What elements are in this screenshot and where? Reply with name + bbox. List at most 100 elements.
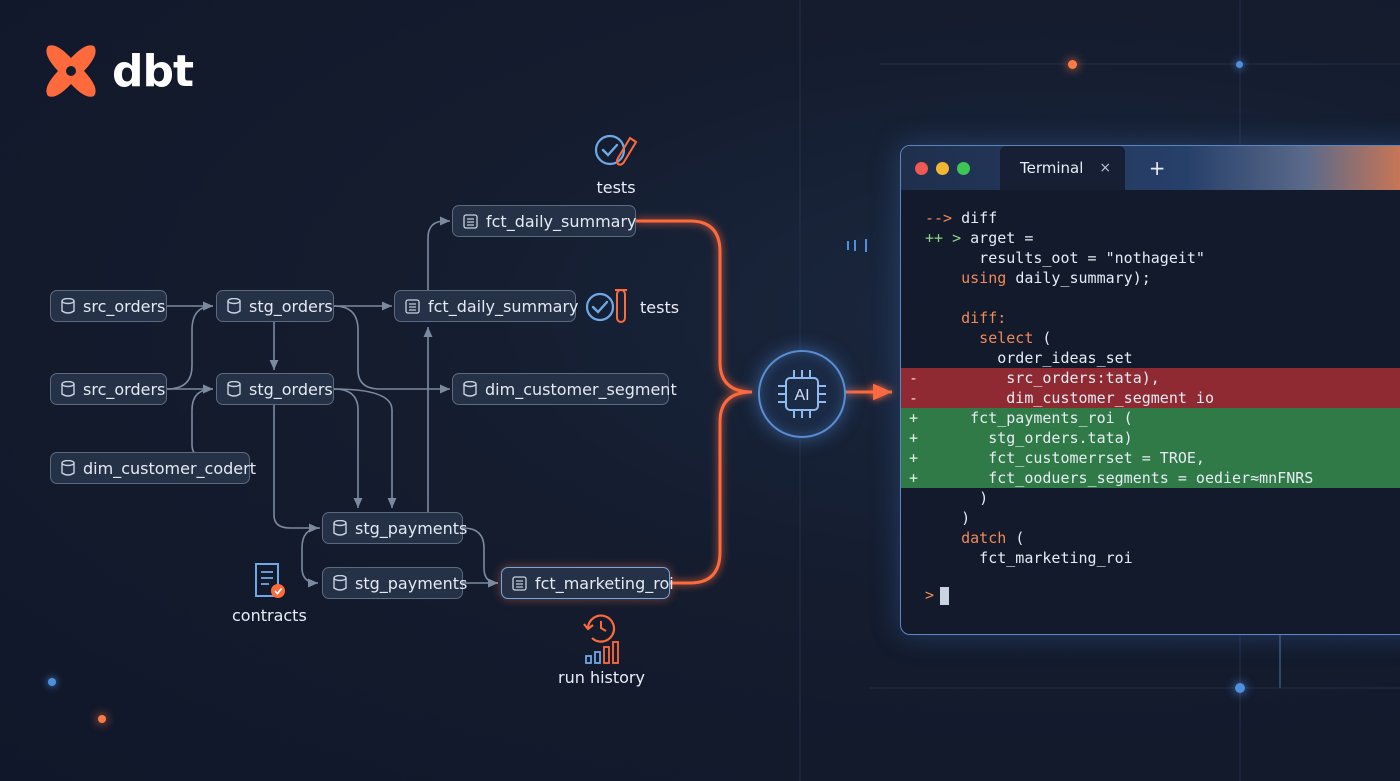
node-label: stg_orders [249, 379, 333, 399]
code-line: select ( [901, 328, 1400, 348]
diff-added-line: + fct_customerrset = TROE, [901, 448, 1400, 468]
code-token: src_orders:tata), [925, 369, 1160, 387]
code-line: ) [901, 488, 1400, 508]
terminal-prompt[interactable]: > [925, 586, 950, 605]
dbt-logo-icon [46, 45, 96, 97]
signal-marks [847, 239, 867, 252]
code-line: fct_marketing_roi [901, 548, 1400, 568]
code-token: ( [1042, 329, 1052, 347]
node-label: fct_daily_summary [486, 211, 637, 231]
diff-removed-line: - src_orders:tata), [901, 368, 1400, 388]
model-node[interactable]: fct_marketing_roi [501, 567, 674, 599]
diff-added-line: + stg_orders.tata) [901, 428, 1400, 448]
code-line: ++ > arget = [901, 228, 1400, 248]
close-tab-icon[interactable]: × [1099, 160, 1111, 176]
orange-glow-dot [98, 715, 106, 723]
node-label: fct_daily_summary [428, 296, 579, 316]
minimize-window-button[interactable] [936, 161, 949, 175]
prompt-glyph: > [925, 586, 935, 604]
ai-chip-icon: AI [778, 370, 826, 418]
code-token: ++ > [925, 229, 971, 247]
model-node[interactable]: dim_customer_codert [50, 452, 256, 484]
code-token: ( [1015, 529, 1025, 547]
code-token: diff [961, 209, 998, 227]
diff-marker: - [909, 369, 919, 387]
terminal-title-bar: Terminal × + [901, 146, 1400, 190]
node-label: src_orders [83, 379, 166, 399]
maximize-window-button[interactable] [957, 161, 970, 175]
new-tab-button[interactable]: + [1143, 154, 1171, 182]
diff-marker: + [909, 409, 919, 427]
dbt-logo: dbt [40, 40, 194, 102]
code-line: diff: [901, 308, 1400, 328]
code-token: stg_orders.tata) [925, 429, 1133, 447]
code-line: --> diff [901, 208, 1400, 228]
tests-label: tests [596, 178, 636, 197]
code-token: fct_ooduers_segments = oedier≈mnFNRS [925, 469, 1314, 487]
diff-marker: + [909, 449, 919, 467]
tests-callout-top: tests [592, 132, 640, 197]
code-token: order_ideas_set [925, 349, 1133, 367]
diff-marker: - [909, 389, 919, 407]
model-node[interactable]: stg_orders [216, 373, 334, 405]
code-token: arget = [970, 229, 1034, 247]
terminal-window[interactable]: Terminal × + --> diff ++ > arget = result… [900, 145, 1400, 635]
model-node[interactable]: dim_customer_segment [452, 373, 677, 405]
model-node[interactable]: src_orders [50, 373, 167, 405]
code-token: --> [925, 209, 962, 227]
code-line: ) [901, 508, 1400, 528]
model-node[interactable]: stg_orders [216, 290, 334, 322]
code-token: fct_customerrset = TROE, [925, 449, 1205, 467]
model-node[interactable]: src_orders [50, 290, 167, 322]
terminal-tab-label: Terminal [1020, 159, 1084, 177]
run-history-icon [583, 614, 620, 664]
node-label: stg_payments [355, 518, 468, 538]
node-label: dim_customer_segment [485, 379, 677, 399]
database-icon [333, 520, 347, 536]
diff-added-line: + fct_ooduers_segments = oedier≈mnFNRS [901, 468, 1400, 488]
diff-removed-line: - dim_customer_segment io [901, 388, 1400, 408]
terminal-tab[interactable]: Terminal × [1000, 146, 1126, 190]
code-token: ) [925, 509, 971, 527]
code-token: fct_payments_roi ( [925, 409, 1133, 427]
database-icon [333, 575, 347, 591]
node-label: dim_customer_codert [83, 458, 256, 478]
table-icon [405, 298, 420, 314]
code-token: datch [925, 529, 1016, 547]
test-tube-check-icon [594, 134, 638, 166]
model-node[interactable]: fct_daily_summary [452, 205, 637, 237]
code-line: datch ( [901, 528, 1400, 548]
code-token: daily_summary); [1015, 269, 1151, 287]
code-line: results_oot = "nothageit" [901, 248, 1400, 268]
database-icon [61, 460, 75, 476]
database-icon [463, 381, 477, 397]
diff-added-line: + fct_payments_roi ( [901, 408, 1400, 428]
code-token: diff: [925, 309, 1007, 327]
run-history-label: run history [558, 668, 645, 687]
model-node[interactable]: stg_payments [322, 567, 467, 599]
diff-marker: + [909, 469, 919, 487]
close-window-button[interactable] [915, 161, 928, 175]
orange-glow-dot [1068, 60, 1077, 69]
contracts-callout: contracts [232, 560, 307, 625]
tests-label: tests [640, 297, 680, 317]
table-icon [463, 213, 478, 229]
node-label: stg_orders [249, 296, 333, 316]
database-icon [227, 381, 241, 397]
ai-label: AI [794, 387, 809, 404]
database-icon [61, 298, 75, 314]
run-history-callout: run history [558, 612, 645, 687]
tests-callout-side: tests [584, 286, 679, 328]
node-label: stg_payments [355, 573, 468, 593]
blue-glow-dot [48, 678, 56, 686]
code-token: select [925, 329, 1043, 347]
table-icon [512, 575, 527, 591]
node-label: fct_marketing_roi [535, 573, 674, 593]
ai-hub[interactable]: AI [758, 350, 846, 438]
code-token: dim_customer_segment io [925, 389, 1214, 407]
code-token: results_oot = "nothageit" [925, 249, 1205, 267]
model-node[interactable]: stg_payments [322, 512, 467, 544]
code-token: using [925, 269, 1016, 287]
model-node[interactable]: fct_daily_summary [394, 290, 579, 322]
